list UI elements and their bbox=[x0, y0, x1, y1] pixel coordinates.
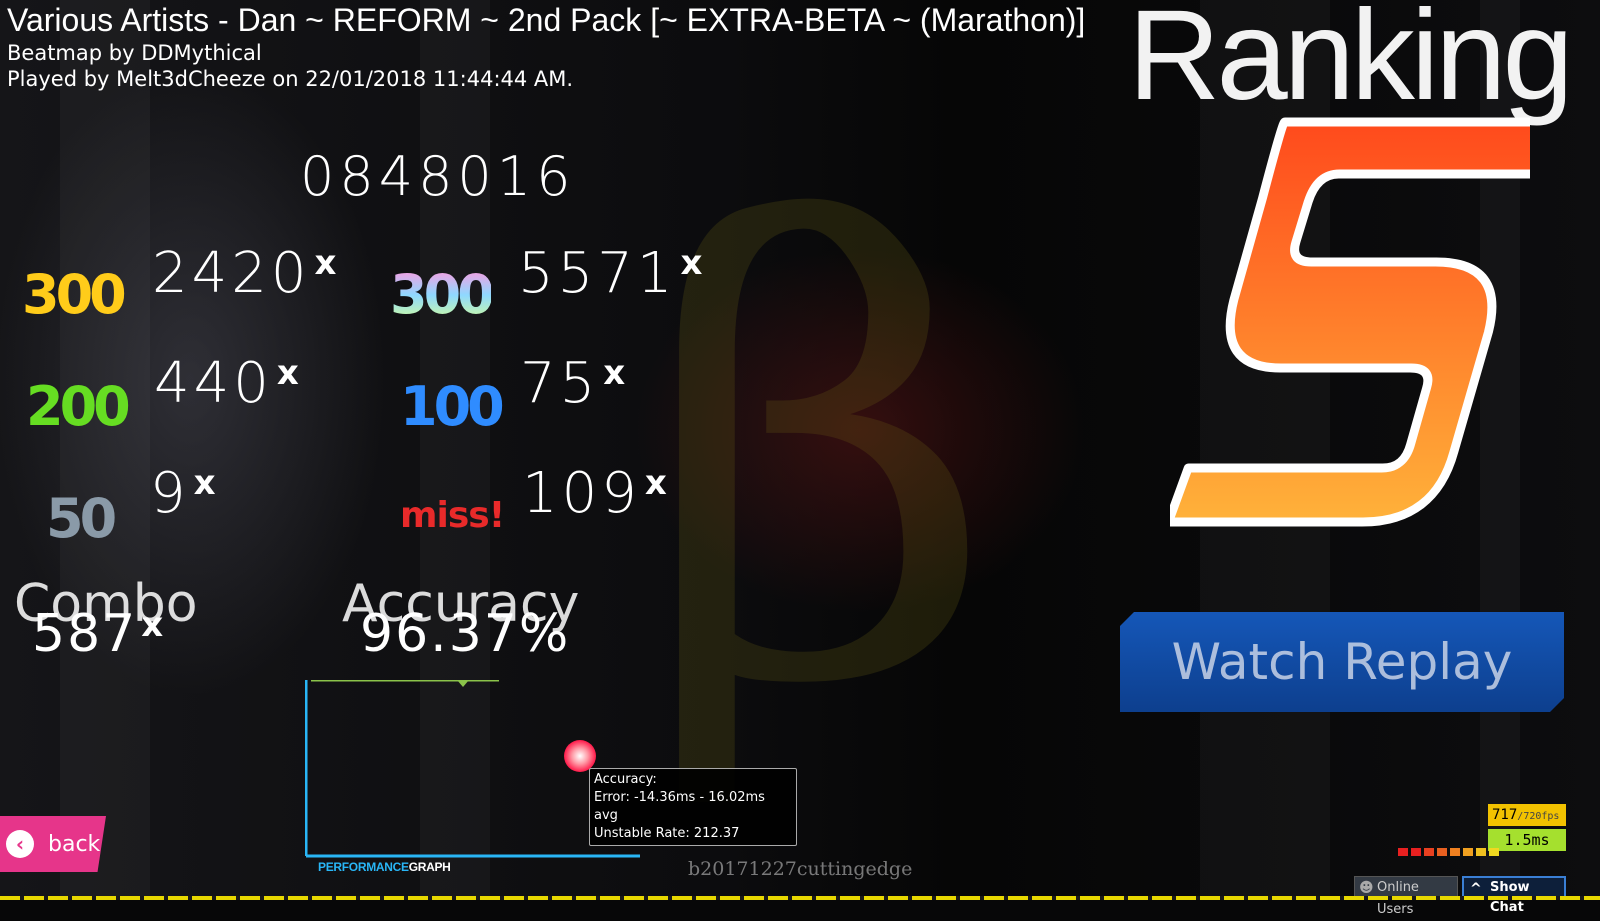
tooltip-line-error: Error: -14.36ms - 16.02ms avg bbox=[594, 790, 765, 823]
accuracy-value: 96.37% bbox=[360, 604, 571, 664]
graph-label-left: PERFORMANCE bbox=[318, 860, 409, 874]
hit-200-count-value: 440 bbox=[154, 351, 273, 416]
hit-geki-count: 5571 x bbox=[518, 246, 702, 302]
hit-200-label: 200 bbox=[26, 375, 131, 438]
hit-geki-300-label: 300 bbox=[390, 263, 495, 326]
hit-100-count: 75 x bbox=[520, 356, 625, 412]
multiplier-x: x bbox=[680, 243, 703, 283]
multiplier-x: x bbox=[603, 353, 626, 393]
fps-value: 717 bbox=[1492, 807, 1518, 823]
background-strip bbox=[60, 0, 150, 900]
hit-miss-count: 109 x bbox=[522, 466, 667, 522]
hit-50-count: 9x bbox=[150, 466, 216, 522]
hit-200-count: 440 x bbox=[154, 356, 299, 412]
bottom-stripe bbox=[0, 896, 1600, 900]
watch-replay-label: Watch Replay bbox=[1171, 633, 1513, 691]
hit-100-label: 100 bbox=[400, 375, 505, 438]
rank-grade-s bbox=[1170, 117, 1530, 527]
hit-300-label: 300 bbox=[22, 263, 127, 326]
hit-100-count-value: 75 bbox=[520, 351, 600, 416]
hit-miss-count-value: 109 bbox=[522, 461, 641, 526]
multiplier-x: x bbox=[193, 463, 216, 503]
hit-50-count-value: 9 bbox=[150, 461, 190, 526]
beatmap-creator: Beatmap by DDMythical bbox=[7, 41, 262, 65]
hit-300-count: 2420 x bbox=[152, 246, 336, 302]
beatmap-header: Various Artists - Dan ~ REFORM ~ 2nd Pac… bbox=[7, 0, 1085, 92]
combo-x: x bbox=[141, 605, 164, 645]
frametime-counter: 1.5ms bbox=[1488, 829, 1566, 851]
latency-indicator bbox=[1398, 848, 1499, 856]
back-label: back bbox=[48, 831, 101, 857]
hit-50-label: 50 bbox=[46, 487, 117, 550]
multiplier-x: x bbox=[276, 353, 299, 393]
graph-marker bbox=[457, 680, 469, 687]
graph-label-right: GRAPH bbox=[408, 860, 451, 874]
total-score: 0848016 bbox=[300, 145, 576, 208]
accuracy-tooltip: Accuracy: Error: -14.36ms - 16.02ms avg … bbox=[589, 768, 797, 846]
hit-miss-label: miss! bbox=[400, 495, 505, 536]
hit-300-count-value: 2420 bbox=[152, 241, 311, 306]
ranking-heading: Ranking bbox=[1128, 0, 1574, 127]
tooltip-line-unstable-rate: Unstable Rate: 212.37 bbox=[594, 826, 740, 841]
hit-geki-count-value: 5571 bbox=[518, 241, 677, 306]
watch-replay-button[interactable]: Watch Replay bbox=[1120, 612, 1564, 712]
beatmap-title: Various Artists - Dan ~ REFORM ~ 2nd Pac… bbox=[7, 2, 1086, 38]
tooltip-line-accuracy: Accuracy: bbox=[594, 772, 657, 787]
fps-counter: 717/720fps bbox=[1488, 804, 1566, 826]
combo-number: 587 bbox=[32, 604, 138, 664]
multiplier-x: x bbox=[314, 243, 337, 283]
chevron-left-icon: ‹ bbox=[6, 830, 34, 858]
build-version: b20171227cuttingedge bbox=[688, 858, 913, 880]
performance-graph-label: PERFORMANCEGRAPH bbox=[318, 860, 451, 874]
fps-max: /720fps bbox=[1517, 811, 1560, 822]
played-by: Played by Melt3dCheeze on 22/01/2018 11:… bbox=[7, 67, 574, 91]
combo-value: 587 x bbox=[32, 608, 163, 660]
multiplier-x: x bbox=[644, 463, 667, 503]
back-button[interactable]: ‹ back bbox=[0, 816, 106, 872]
